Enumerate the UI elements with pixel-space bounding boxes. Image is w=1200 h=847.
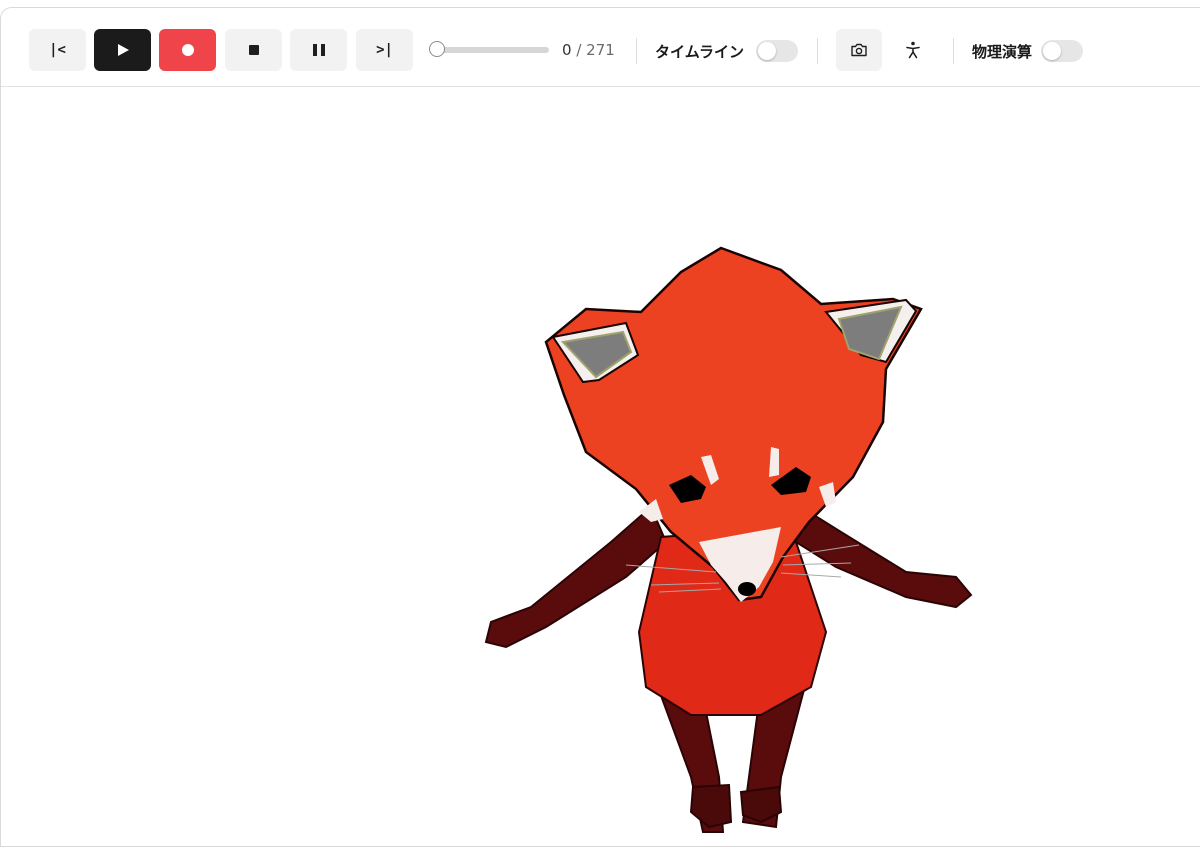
go-to-start-label: |< — [49, 42, 66, 58]
timeline-toggle-knob — [758, 42, 776, 60]
pause-icon — [312, 44, 325, 56]
frame-counter: 0 / 271 — [562, 41, 615, 59]
pause-button[interactable] — [290, 29, 347, 71]
frame-slider-thumb[interactable] — [429, 41, 445, 57]
red-panda-model — [484, 246, 973, 833]
total-frames: / 271 — [576, 41, 615, 59]
stop-button[interactable] — [225, 29, 282, 71]
playback-toolbar: |< >| 0 / 271 タイムライン 物理演算 — [1, 8, 1200, 87]
record-icon — [181, 44, 194, 56]
current-frame: 0 — [562, 41, 572, 59]
play-button[interactable] — [94, 29, 151, 71]
snapshot-button[interactable] — [836, 29, 882, 71]
camera-icon — [851, 43, 867, 57]
go-to-end-button[interactable]: >| — [356, 29, 413, 71]
toolbar-divider — [636, 38, 637, 64]
toolbar-divider — [953, 38, 954, 64]
record-button[interactable] — [159, 29, 216, 71]
timeline-label: タイムライン — [655, 43, 744, 61]
physics-toggle[interactable] — [1041, 40, 1083, 62]
toolbar-divider — [817, 38, 818, 64]
timeline-toggle[interactable] — [756, 40, 798, 62]
stop-icon — [248, 45, 259, 55]
go-to-start-button[interactable]: |< — [29, 29, 86, 71]
app-window: |< >| 0 / 271 タイムライン 物理演算 — [0, 7, 1200, 847]
3d-viewport[interactable] — [1, 87, 1200, 846]
frame-slider[interactable] — [429, 41, 549, 57]
physics-toggle-knob — [1043, 42, 1061, 60]
physics-label: 物理演算 — [972, 43, 1033, 61]
go-to-end-label: >| — [376, 42, 393, 58]
pose-icon — [906, 41, 920, 59]
pose-button[interactable] — [890, 29, 936, 71]
play-icon — [117, 44, 129, 56]
